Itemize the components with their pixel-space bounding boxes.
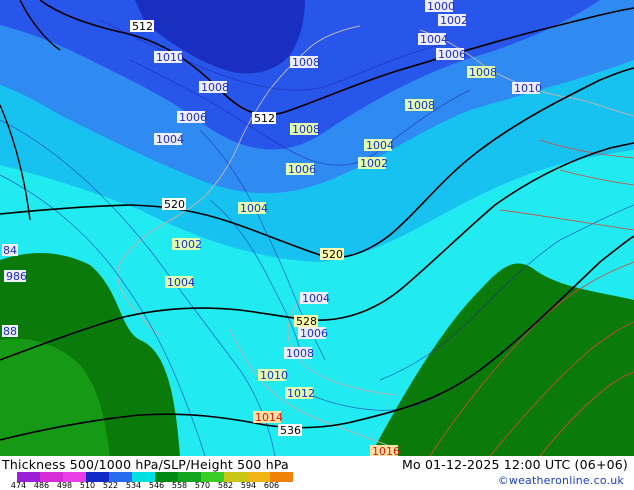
- legend-tick-label: 474: [10, 481, 27, 490]
- credit-link[interactable]: ©weatheronline.co.uk: [498, 474, 624, 487]
- height-label: 520: [164, 198, 185, 211]
- slp-label: 1004: [420, 33, 448, 46]
- legend-tick-label: 498: [56, 481, 73, 490]
- slp-label: 1016: [372, 445, 400, 456]
- height-label: 512: [132, 20, 153, 33]
- slp-label: 1010: [260, 369, 288, 382]
- height-label: 528: [296, 315, 317, 328]
- slp-label: 1004: [366, 139, 394, 152]
- map-canvas: 1000 1002 1004 1006 1010 1008 1008 1008 …: [0, 0, 634, 456]
- slp-label: 1002: [440, 14, 468, 27]
- legend-tick-label: 522: [102, 481, 119, 490]
- legend-tick-label: 534: [125, 481, 142, 490]
- height-label: 520: [322, 248, 343, 261]
- legend-tick-label: 582: [217, 481, 234, 490]
- slp-label: 1008: [407, 99, 435, 112]
- slp-label: 1006: [438, 48, 466, 61]
- slp-label: 1014: [255, 411, 283, 424]
- legend-tick-label: 570: [194, 481, 211, 490]
- legend-tick-label: 486: [33, 481, 50, 490]
- map-title: Thickness 500/1000 hPa/SLP/Height 500 hP…: [2, 457, 289, 472]
- valid-datetime: Mo 01-12-2025 12:00 UTC (06+06): [401, 457, 628, 472]
- slp-label: 1004: [240, 202, 268, 215]
- slp-label: 1010: [156, 51, 184, 64]
- slp-label: 1008: [292, 123, 320, 136]
- slp-label: 1008: [201, 81, 229, 94]
- legend-tick-label: 606: [263, 481, 280, 490]
- slp-label: 986: [6, 270, 27, 283]
- legend-ticks: 474 486 498 510 522 534 546 558 570 582 594 606: [7, 481, 283, 490]
- slp-label: 1000: [427, 0, 455, 13]
- slp-label: 1002: [174, 238, 202, 251]
- slp-label: 1004: [302, 292, 330, 305]
- weather-map: 1000 1002 1004 1006 1010 1008 1008 1008 …: [0, 0, 634, 456]
- height-label: 512: [254, 112, 275, 125]
- slp-label: 1004: [156, 133, 184, 146]
- slp-label: 1006: [300, 327, 328, 340]
- legend-tick-label: 546: [148, 481, 165, 490]
- legend-tick-label: 594: [240, 481, 257, 490]
- height-label: 84: [3, 244, 17, 257]
- slp-label: 1006: [288, 163, 316, 176]
- slp-label: 1008: [469, 66, 497, 79]
- slp-label: 1004: [167, 276, 195, 289]
- legend-tick-label: 558: [171, 481, 188, 490]
- height-label: 88: [3, 325, 17, 338]
- slp-label: 1008: [286, 347, 314, 360]
- slp-label: 1008: [292, 56, 320, 69]
- slp-label: 1002: [360, 157, 388, 170]
- slp-label: 1006: [179, 111, 207, 124]
- slp-label: 1012: [287, 387, 315, 400]
- slp-label: 1010: [514, 82, 542, 95]
- legend-tick-label: 510: [79, 481, 96, 490]
- height-label: 536: [280, 424, 301, 437]
